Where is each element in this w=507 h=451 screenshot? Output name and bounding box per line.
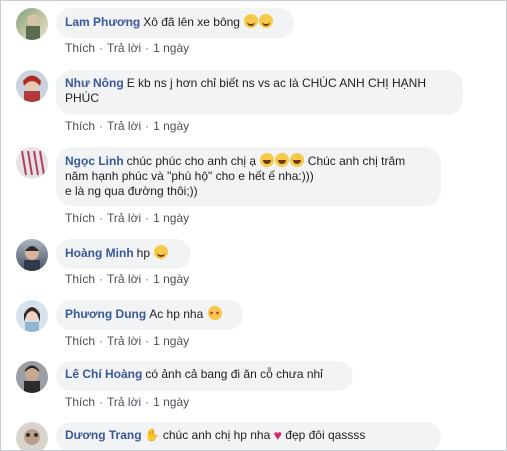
reply-link[interactable]: Trả lời [107, 395, 141, 409]
like-link[interactable]: Thích [65, 334, 95, 348]
comment-author[interactable]: Dương Trang [65, 428, 142, 442]
laughing-face-icon [260, 153, 275, 167]
timestamp-link[interactable]: 1 ngày [153, 334, 189, 348]
comment-bubble: Dương Trang ✋ chúc anh chị hp nha ♥ đẹp đ… [56, 422, 441, 450]
comment-text: Xô đã lên xe bông [143, 15, 240, 29]
like-link[interactable]: Thích [65, 211, 95, 225]
comment-actions: Thích · Trả lời · 1 ngày [65, 119, 190, 133]
timestamp-link[interactable]: 1 ngày [153, 272, 189, 286]
comment-bubble: Phương Dung Ac hp nha [56, 300, 243, 330]
laughing-face-icon [275, 153, 290, 167]
comment-author[interactable]: Như Nông [65, 76, 124, 90]
red-heart-icon: ♥ [273, 427, 282, 443]
comment-text: E kb ns j hơn chỉ biết ns vs ac là CHÚC … [126, 76, 426, 90]
like-link[interactable]: Thích [65, 395, 95, 409]
avatar[interactable] [16, 8, 48, 40]
avatar[interactable] [16, 147, 48, 179]
like-link[interactable]: Thích [65, 272, 95, 286]
waving-hand-icon: ✋ [144, 428, 160, 442]
reply-link[interactable]: Trả lời [107, 334, 141, 348]
comment-text: e là ng qua đường thôi;)) [65, 184, 198, 198]
comment-author[interactable]: Lê Chí Hoàng [65, 367, 142, 381]
comment-actions: Thích · Trả lời · 1 ngày [65, 334, 190, 348]
comment-text: có ảnh cả bang đi ăn cỗ chưa nhỉ [145, 367, 323, 381]
timestamp-link[interactable]: 1 ngày [153, 395, 189, 409]
comment-bubble: Ngọc Linh chúc phúc cho anh chị ạ Chúc an… [56, 147, 441, 206]
laughing-face-icon [290, 153, 305, 167]
comment-actions: Thích · Trả lời · 1 ngày [65, 272, 190, 286]
smile-face-icon [244, 14, 259, 28]
timestamp-link[interactable]: 1 ngày [153, 41, 189, 55]
comment-text: Ac hp nha [149, 307, 204, 321]
comment-author[interactable]: Phương Dung [65, 307, 146, 321]
comment-text: PHÚC [65, 91, 100, 105]
reply-link[interactable]: Trả lời [107, 211, 141, 225]
reply-link[interactable]: Trả lời [107, 119, 141, 133]
comment-actions: Thích · Trả lời · 1 ngày [65, 211, 190, 225]
avatar[interactable] [16, 422, 48, 450]
comment-text: đẹp đôi qassss [285, 428, 366, 442]
comment-text: năm hạnh phúc và "phù hộ" cho e hết ế nh… [65, 169, 314, 183]
avatar[interactable] [16, 239, 48, 271]
smile-face-icon [259, 14, 274, 28]
reply-link[interactable]: Trả lời [107, 272, 141, 286]
avatar[interactable] [16, 70, 48, 102]
comment-author[interactable]: Lam Phương [65, 15, 140, 29]
smiling-face-icon [154, 245, 169, 259]
heart-eyes-face-icon [207, 306, 222, 322]
comment-author[interactable]: Hoàng Minh [65, 246, 134, 260]
comment-bubble: Lê Chí Hoàng có ảnh cả bang đi ăn cỗ chưa… [56, 361, 353, 391]
timestamp-link[interactable]: 1 ngày [153, 119, 189, 133]
comment-bubble: Như Nông E kb ns j hơn chỉ biết ns vs ac … [56, 70, 463, 115]
comment-thread: Lam Phương Xô đã lên xe bông Thích · Trả lờ… [0, 0, 507, 451]
like-link[interactable]: Thích [65, 119, 95, 133]
like-link[interactable]: Thích [65, 41, 95, 55]
timestamp-link[interactable]: 1 ngày [153, 211, 189, 225]
comment-text: chúc anh chị hp nha [162, 428, 271, 442]
comment-text: chúc phúc cho anh chị ạ [126, 154, 257, 168]
comment-text: hp [136, 246, 151, 260]
comment-bubble: Lam Phương Xô đã lên xe bông [56, 8, 294, 38]
comment-actions: Thích · Trả lời · 1 ngày [65, 395, 190, 409]
avatar[interactable] [16, 300, 48, 332]
reply-link[interactable]: Trả lời [107, 41, 141, 55]
comment-text: Chúc anh chị trăm [307, 154, 406, 168]
comment-actions: Thích · Trả lời · 1 ngày [65, 41, 190, 55]
comment-bubble: Hoàng Minh hp [56, 239, 191, 269]
avatar[interactable] [16, 361, 48, 393]
comment-author[interactable]: Ngọc Linh [65, 154, 124, 168]
